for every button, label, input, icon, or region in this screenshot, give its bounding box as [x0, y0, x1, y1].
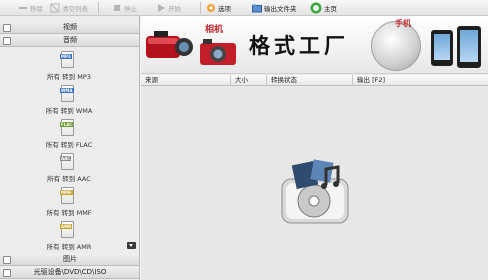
clear-icon [50, 3, 60, 13]
stop-button[interactable]: 停止 [112, 1, 137, 15]
column-status-label: 转换状态 [271, 76, 297, 84]
column-source[interactable]: 来源 [141, 75, 231, 86]
folder-icon [252, 3, 262, 13]
category-picture-label: 图片 [63, 255, 77, 263]
audio-item-aac[interactable]: AAC 所有 转到 AAC [0, 151, 138, 185]
wma-file-icon: WMA [60, 85, 74, 102]
start-label: 开始 [168, 5, 181, 13]
mp3-file-icon: MP3 [60, 51, 74, 68]
category-video-label: 视频 [63, 23, 77, 31]
audio-item-flac[interactable]: FLAC 所有 转到 FLAC [0, 117, 138, 151]
stop-label: 停止 [124, 5, 137, 13]
fmt-tag: MP3 [60, 54, 72, 59]
flac-file-icon: FLAC [60, 119, 74, 136]
amr-file-icon: AMR [60, 221, 74, 238]
options-label: 选项 [218, 5, 231, 13]
output-folder-label: 输出文件夹 [264, 5, 297, 13]
task-list-header: 来源 大小 转换状态 输出 [F2] [141, 75, 488, 86]
main-panel: 相机 格式工厂 手机 来源 大小 转换状态 输出 [F2] [141, 16, 488, 280]
camera-icon [200, 39, 236, 65]
camera-text: 相机 [205, 25, 224, 35]
start-button[interactable]: 开始 [156, 1, 181, 15]
column-output-label: 输出 [F2] [357, 76, 386, 84]
aac-file-icon: AAC [60, 153, 74, 170]
mmf-file-icon: MMF [60, 187, 74, 204]
column-output[interactable]: 输出 [F2] [353, 75, 488, 86]
audio-item-mmf[interactable]: MMF 所有 转到 MMF [0, 185, 138, 219]
column-status[interactable]: 转换状态 [267, 75, 353, 86]
audio-item-mmf-label: 所有 转到 MMF [46, 209, 92, 217]
play-icon [156, 3, 166, 13]
format-factory-logo-icon [281, 159, 349, 224]
audio-item-aac-label: 所有 转到 AAC [47, 175, 91, 183]
output-folder-button[interactable]: 输出文件夹 [252, 1, 297, 15]
clear-list-button[interactable]: 清空列表 [50, 1, 88, 15]
column-source-label: 来源 [145, 76, 158, 84]
column-size[interactable]: 大小 [231, 75, 267, 86]
stop-icon [112, 3, 122, 13]
scroll-down-button[interactable] [127, 242, 136, 249]
picture-category-icon [3, 256, 11, 264]
video-category-icon [3, 24, 11, 32]
remove-label: 移除 [30, 5, 43, 13]
category-picture[interactable]: 图片 [0, 254, 139, 266]
audio-item-wma[interactable]: WMA 所有 转到 WMA [0, 83, 138, 117]
audio-item-mp3[interactable]: MP3 所有 转到 MP3 [0, 49, 138, 83]
toolbar: 移除 清空列表 停止 开始 选项 输出文件夹 主页 [0, 0, 488, 16]
format-sidebar: 视频 音频 MP3 所有 转到 MP3 WMA 所有 转到 WMA FLAC 所… [0, 16, 140, 280]
toolbar-divider [200, 2, 201, 14]
remove-button[interactable]: 移除 [18, 1, 43, 15]
app-banner: 相机 格式工厂 手机 [141, 16, 488, 74]
category-optical-devices[interactable]: 光驱设备\DVD\CD\ISO [0, 267, 139, 279]
audio-category-icon [3, 37, 11, 45]
options-button[interactable]: 选项 [206, 1, 231, 15]
gear-icon [206, 3, 216, 13]
pda-icon [457, 26, 481, 68]
fmt-tag: AAC [60, 156, 72, 161]
app-title: 格式工厂 [249, 33, 349, 58]
home-label: 主页 [324, 5, 337, 13]
phone-text: 手机 [395, 18, 411, 28]
fmt-tag: MMF [60, 190, 73, 195]
minus-icon [18, 3, 28, 13]
home-button[interactable]: 主页 [310, 1, 337, 15]
column-size-label: 大小 [235, 76, 248, 84]
audio-item-mp3-label: 所有 转到 MP3 [47, 73, 91, 81]
fmt-tag: AMR [60, 224, 73, 229]
disc-category-icon [3, 269, 11, 277]
audio-item-wma-label: 所有 转到 WMA [45, 107, 93, 115]
category-video[interactable]: 视频 [0, 22, 139, 34]
phone-icon [431, 30, 453, 66]
audio-item-amr[interactable]: AMR 所有 转到 AMR [0, 219, 138, 253]
fmt-tag: FLAC [60, 122, 74, 127]
category-optical-label: 光驱设备\DVD\CD\ISO [33, 268, 107, 276]
audio-item-amr-label: 所有 转到 AMR [46, 243, 92, 251]
category-audio-label: 音频 [63, 36, 77, 44]
home-globe-icon [310, 2, 322, 14]
fmt-tag: WMA [60, 88, 74, 93]
audio-item-flac-label: 所有 转到 FLAC [45, 141, 93, 149]
clear-list-label: 清空列表 [62, 5, 88, 13]
camcorder-icon [146, 31, 193, 58]
toolbar-divider [98, 2, 99, 14]
task-list[interactable] [141, 87, 488, 280]
category-audio[interactable]: 音频 [0, 35, 139, 47]
